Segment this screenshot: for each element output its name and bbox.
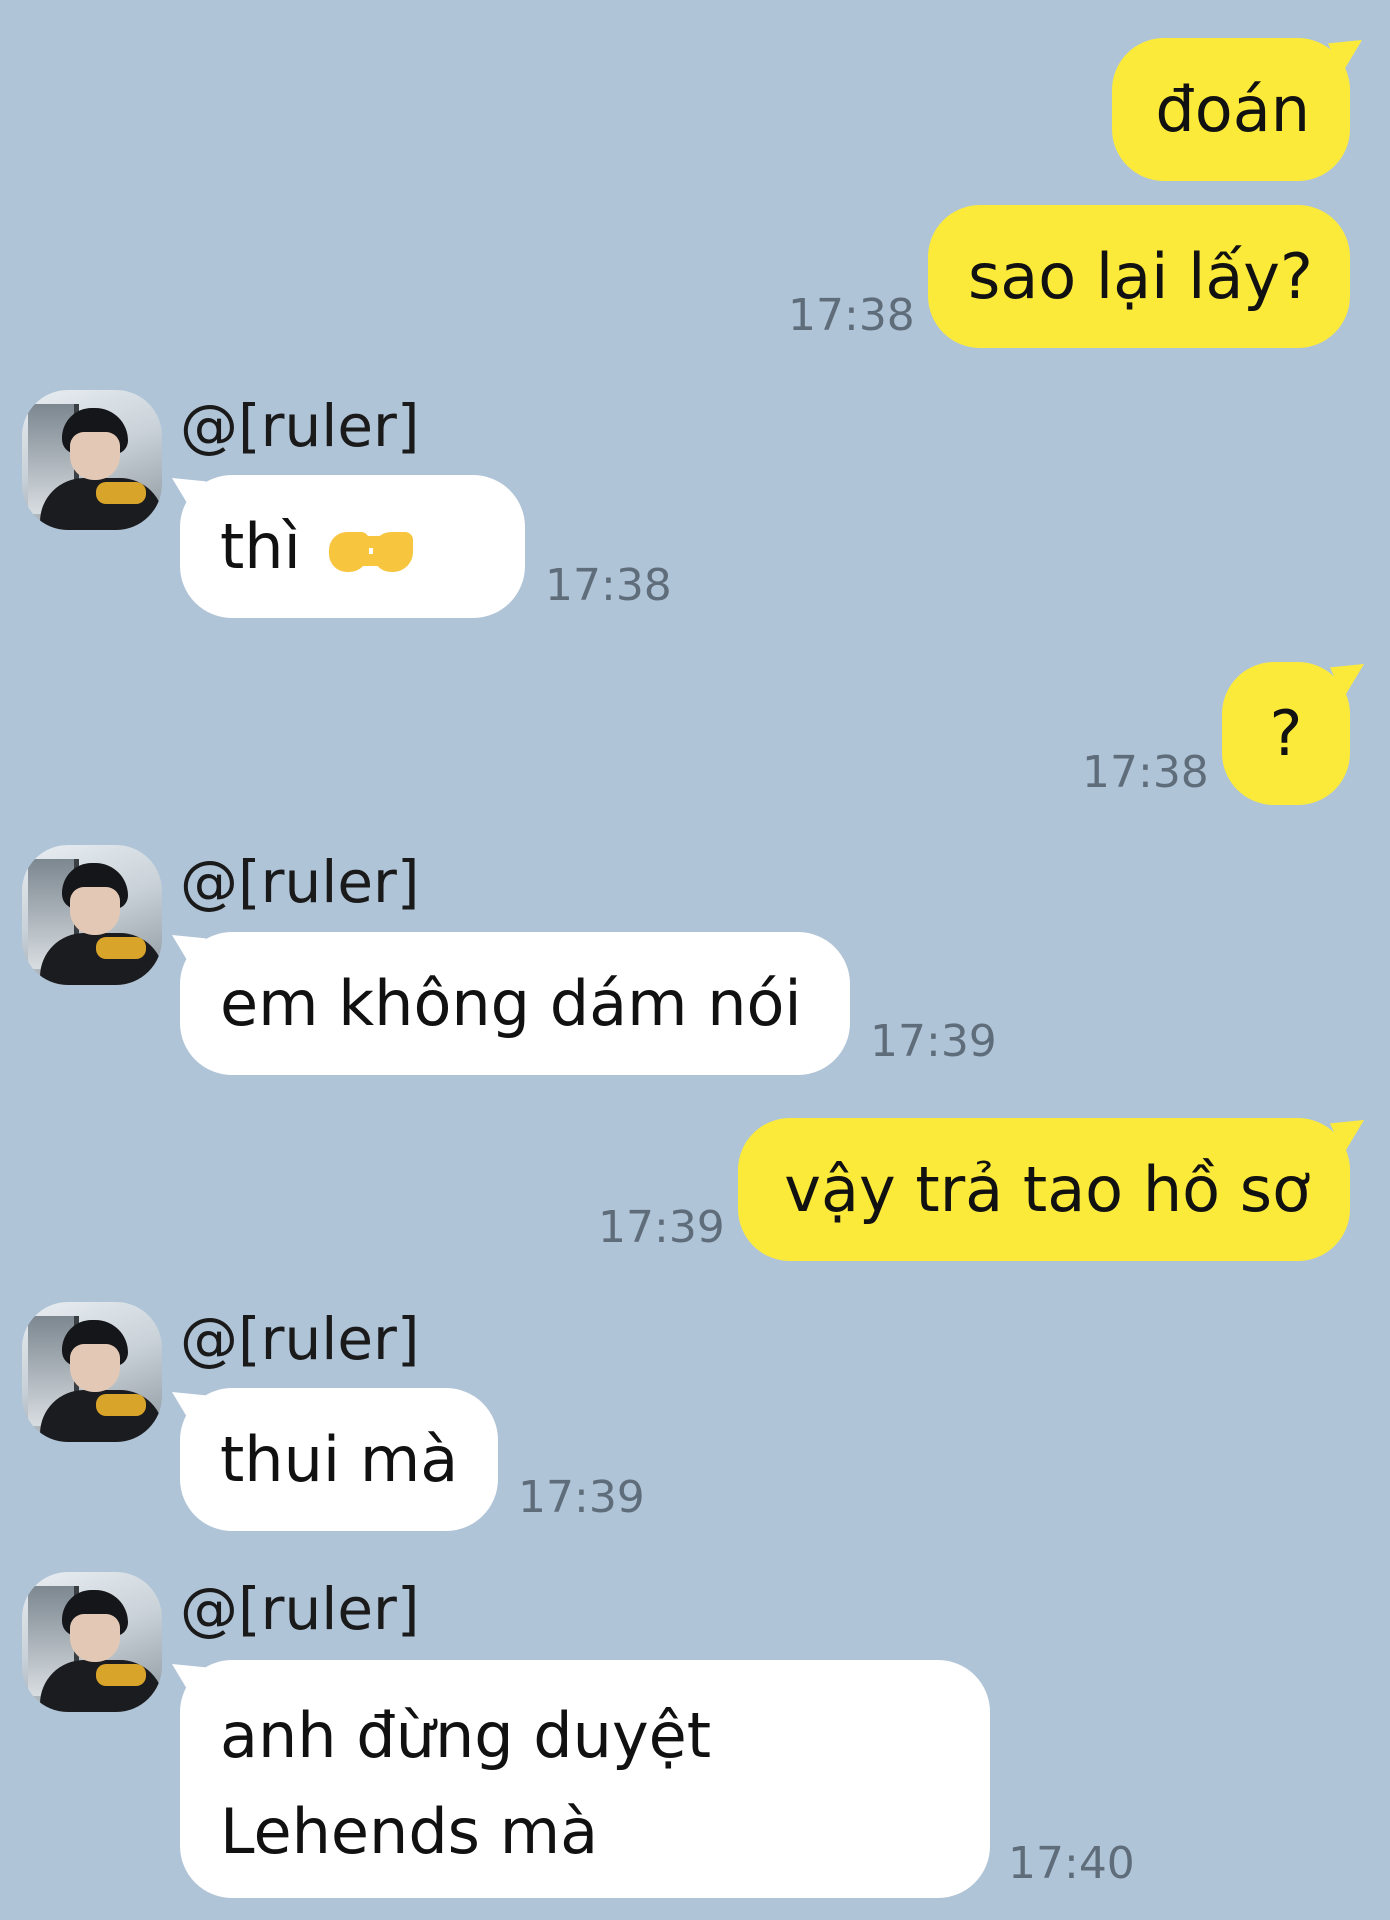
message-text: đoán [1155,73,1310,146]
message-text: sao lại lấy? [968,240,1313,313]
message-timestamp: 17:38 [1082,747,1209,798]
message-text: thui mà [220,1423,459,1496]
outgoing-message[interactable]: ? [1222,662,1350,805]
contact-avatar[interactable] [22,845,162,985]
chat-thread[interactable]: đoán sao lại lấy? 17:38 @[ruler] thì 17:… [0,0,1390,1920]
incoming-message[interactable]: thui mà [180,1388,498,1531]
incoming-message[interactable]: thì [180,475,525,618]
message-timestamp: 17:40 [1008,1838,1135,1889]
outgoing-message[interactable]: vậy trả tao hồ sơ [738,1118,1350,1261]
sender-name: @[ruler] [180,848,420,916]
message-text: vậy trả tao hồ sơ [784,1153,1310,1226]
pointing-fingers-emoji [328,526,413,576]
sender-name: @[ruler] [180,1305,420,1373]
incoming-message[interactable]: em không dám nói [180,932,850,1075]
message-timestamp: 17:38 [545,560,672,611]
contact-avatar[interactable] [22,1302,162,1442]
message-timestamp: 17:39 [598,1202,725,1253]
message-text: thì [220,510,301,583]
contact-avatar[interactable] [22,390,162,530]
message-text: em không dám nói [220,967,802,1040]
outgoing-message[interactable]: sao lại lấy? [928,205,1350,348]
message-timestamp: 17:39 [870,1016,997,1067]
sender-name: @[ruler] [180,392,420,460]
message-timestamp: 17:38 [788,290,915,341]
message-text-line: Lehends mà [220,1795,599,1868]
contact-avatar[interactable] [22,1572,162,1712]
message-text-line: anh đừng duyệt [220,1699,712,1772]
sender-name: @[ruler] [180,1575,420,1643]
message-text: ? [1269,697,1303,770]
message-timestamp: 17:39 [518,1472,645,1523]
incoming-message[interactable]: anh đừng duyệt Lehends mà [180,1660,990,1898]
outgoing-message[interactable]: đoán [1112,38,1350,181]
